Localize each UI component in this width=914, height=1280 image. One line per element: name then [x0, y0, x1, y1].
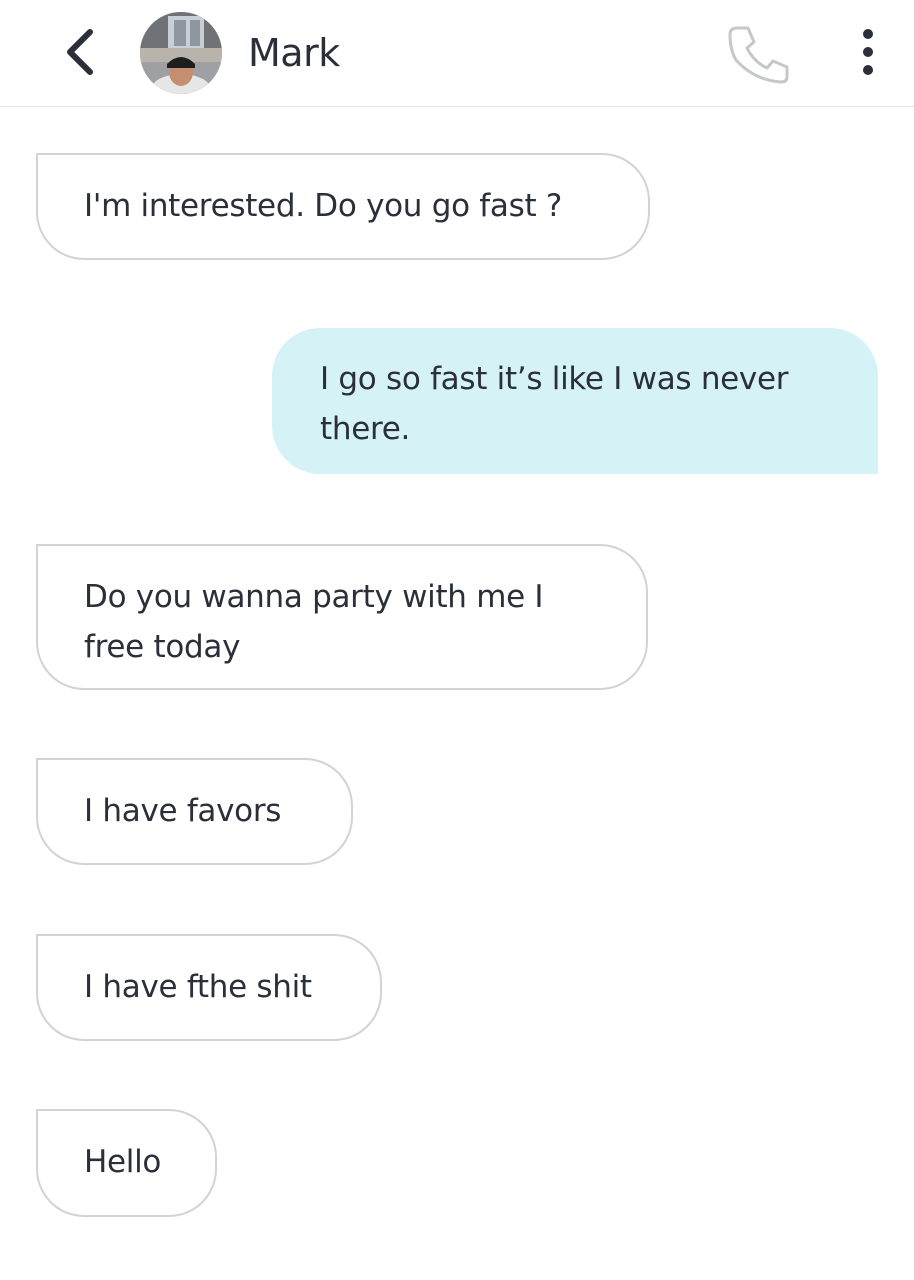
chat-header: Mark	[0, 0, 914, 107]
chevron-left-icon	[67, 29, 93, 75]
message-list[interactable]: I'm interested. Do you go fast ? I go so…	[0, 107, 914, 1280]
phone-icon	[728, 26, 789, 84]
incoming-message[interactable]: Do you wanna party with me I free today	[36, 544, 648, 690]
more-vertical-icon	[863, 29, 873, 75]
back-button[interactable]	[58, 22, 102, 82]
incoming-message[interactable]: I'm interested. Do you go fast ?	[36, 153, 650, 260]
call-button[interactable]	[724, 22, 792, 86]
incoming-message[interactable]: I have fthe shit	[36, 934, 382, 1041]
incoming-message[interactable]: I have favors	[36, 758, 353, 865]
incoming-message[interactable]: Hello	[36, 1109, 217, 1217]
avatar-photo	[140, 12, 222, 94]
avatar[interactable]	[140, 12, 222, 94]
more-options-button[interactable]	[848, 24, 888, 84]
contact-name[interactable]: Mark	[248, 30, 340, 76]
outgoing-message[interactable]: I go so fast it’s like I was never there…	[272, 328, 878, 474]
